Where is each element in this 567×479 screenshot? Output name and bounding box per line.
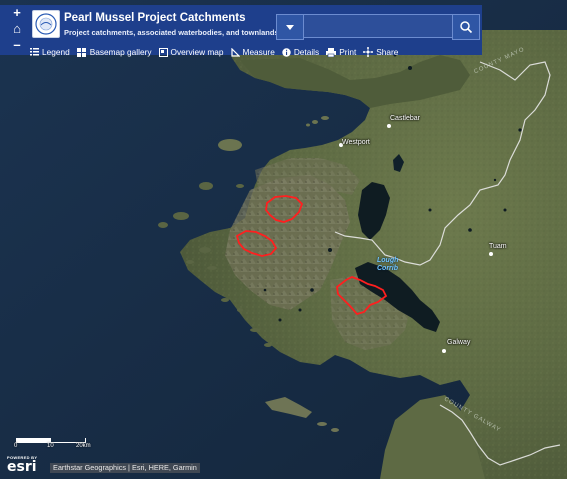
grid-icon [76, 47, 86, 57]
app-title: Pearl Mussel Project Catchments [64, 12, 246, 24]
scale-segment [17, 438, 51, 442]
app-header: Pearl Mussel Project Catchments Project … [0, 5, 482, 57]
overview-map-label: Overview map [170, 47, 224, 57]
ruler-icon [230, 47, 240, 57]
measure-button[interactable]: Measure [230, 47, 275, 57]
scale-label-10: 10 [47, 443, 54, 449]
chevron-down-icon [286, 25, 294, 30]
printer-icon [326, 47, 337, 57]
app-subtitle: Project catchments, associated waterbodi… [64, 28, 279, 37]
zoom-in-button[interactable]: + [6, 5, 28, 21]
legend-label: Legend [42, 47, 70, 57]
overview-icon [158, 47, 168, 57]
overview-map-button[interactable]: Overview map [158, 47, 224, 57]
share-label: Share [376, 47, 399, 57]
info-icon [282, 47, 291, 57]
list-icon [30, 48, 39, 56]
label-galway: Galway [447, 339, 471, 346]
print-button[interactable]: Print [326, 47, 356, 57]
details-label: Details [293, 47, 320, 57]
scale-label-0: 0 [14, 443, 18, 449]
basemap-gallery-label: Basemap gallery [89, 47, 152, 57]
zoom-out-button[interactable]: – [6, 37, 28, 53]
map-attribution: Earthstar Geographics | Esri, HERE, Garm… [50, 463, 200, 473]
details-button[interactable]: Details [282, 47, 319, 57]
label-castlebar: Castlebar [390, 115, 420, 122]
esri-logo[interactable]: POWERED BY esri [7, 455, 49, 475]
scale-label-20km: 20km [76, 443, 91, 449]
search-source-dropdown[interactable] [276, 14, 304, 40]
share-button[interactable]: Share [363, 47, 398, 57]
zoom-controls: + ⌂ – [6, 5, 28, 55]
label-westport: Westport [342, 139, 370, 146]
measure-label: Measure [242, 47, 275, 57]
search-button[interactable] [452, 14, 480, 40]
home-button[interactable]: ⌂ [6, 21, 28, 37]
map-app: Castlebar Westport Tuam Galway Lough Cor… [0, 0, 567, 479]
legend-button[interactable]: Legend [30, 47, 70, 57]
print-label: Print [339, 47, 357, 57]
label-tuam: Tuam [489, 243, 507, 250]
search-input[interactable] [303, 14, 455, 38]
search-icon [460, 21, 473, 34]
logo-icon [35, 13, 57, 35]
basemap-gallery-button[interactable]: Basemap gallery [76, 47, 152, 57]
toolbar: Legend Basemap gallery Overview map Meas… [30, 45, 405, 59]
app-logo [32, 10, 60, 38]
esri-wordmark: esri [7, 459, 37, 475]
label-lough-corrib: Lough Corrib [377, 257, 399, 272]
share-icon [363, 47, 374, 57]
scale-bar: 0 10 20km [14, 436, 114, 452]
